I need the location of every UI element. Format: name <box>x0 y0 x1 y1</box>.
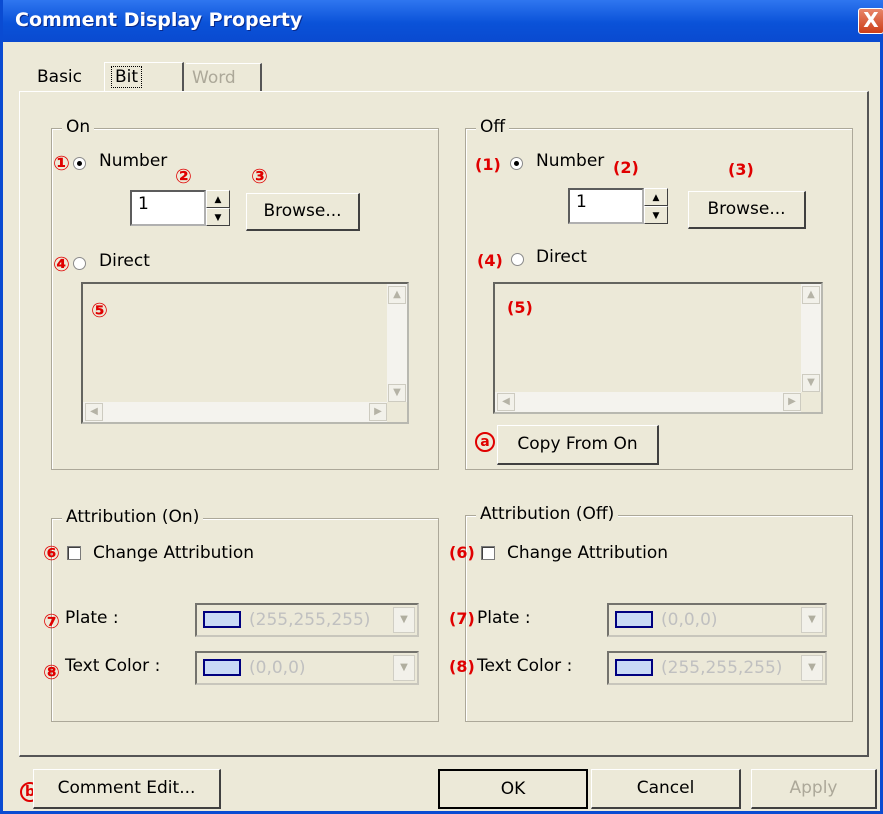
annotation-4: ④ <box>53 252 70 276</box>
annotation-4-off: (4) <box>477 251 503 270</box>
off-number-label: Number <box>536 151 605 171</box>
off-number-spinner[interactable]: ▲ ▼ <box>644 188 668 224</box>
annotation-1: ① <box>53 151 70 175</box>
color-swatch <box>615 659 653 676</box>
annotation-2: ② <box>175 164 192 188</box>
scroll-right-icon[interactable]: ▶ <box>783 393 801 411</box>
attribution-off-plate-label: Plate : <box>477 608 531 628</box>
on-direct-label: Direct <box>99 251 150 271</box>
off-group-legend: Off <box>476 117 510 137</box>
window-title: Comment Display Property <box>15 9 303 31</box>
color-swatch <box>203 659 241 676</box>
off-direct-textarea[interactable]: (5) ▲ ▼ ◀ ▶ <box>493 282 823 414</box>
on-number-spinner[interactable]: ▲ ▼ <box>206 190 230 226</box>
attribution-on-text-color-label: Text Color : <box>65 656 161 676</box>
attribution-on-checkbox[interactable] <box>67 546 81 560</box>
tab-basic[interactable]: Basic <box>31 63 88 91</box>
annotation-6-off: (6) <box>449 543 475 562</box>
off-browse-button[interactable]: Browse... <box>688 191 806 229</box>
dropdown-arrow-icon[interactable]: ▼ <box>393 655 415 681</box>
attribution-on-plate-combo[interactable]: (255,255,255) ▼ <box>195 603 419 637</box>
comment-edit-button[interactable]: Comment Edit... <box>33 769 221 809</box>
annotation-8: ⑧ <box>43 660 60 684</box>
attribution-off-text-color-label: Text Color : <box>477 656 573 676</box>
off-vertical-scrollbar[interactable]: ▲ ▼ <box>801 284 821 392</box>
spin-up-icon[interactable]: ▲ <box>206 190 230 208</box>
off-number-field[interactable]: 1 <box>568 188 644 224</box>
attribution-on-plate-label: Plate : <box>65 608 119 628</box>
attribution-on-text-color-combo[interactable]: (0,0,0) ▼ <box>195 651 419 685</box>
title-bar[interactable]: Comment Display Property X <box>3 0 883 42</box>
scroll-up-icon[interactable]: ▲ <box>388 286 406 304</box>
apply-button[interactable]: Apply <box>751 769 877 809</box>
tab-bit-label: Bit <box>111 66 143 88</box>
annotation-7-off: (7) <box>449 609 475 628</box>
cancel-button[interactable]: Cancel <box>591 769 741 809</box>
off-direct-label: Direct <box>536 247 587 267</box>
color-swatch <box>203 611 241 628</box>
scroll-left-icon[interactable]: ◀ <box>497 393 515 411</box>
attribution-off-change-label: Change Attribution <box>507 543 668 563</box>
on-browse-button[interactable]: Browse... <box>246 193 360 231</box>
annotation-8-off: (8) <box>449 657 475 676</box>
spin-down-icon[interactable]: ▼ <box>206 208 230 226</box>
spin-up-icon[interactable]: ▲ <box>644 188 668 206</box>
off-horizontal-scrollbar[interactable]: ◀ ▶ <box>495 392 801 412</box>
dropdown-arrow-icon[interactable]: ▼ <box>393 607 415 633</box>
spin-down-icon[interactable]: ▼ <box>644 206 668 224</box>
dropdown-arrow-icon[interactable]: ▼ <box>801 655 823 681</box>
on-direct-textarea[interactable]: ⑤ ▲ ▼ ◀ ▶ <box>81 282 409 424</box>
attribution-off-checkbox[interactable] <box>481 546 495 560</box>
on-horizontal-scrollbar[interactable]: ◀ ▶ <box>83 402 387 422</box>
scroll-down-icon[interactable]: ▼ <box>388 384 406 402</box>
annotation-7: ⑦ <box>43 609 60 633</box>
attribution-off-text-color-combo[interactable]: (255,255,255) ▼ <box>607 651 827 685</box>
annotation-a: a <box>475 432 495 452</box>
annotation-6: ⑥ <box>43 541 60 565</box>
annotation-3: ③ <box>251 164 268 188</box>
on-number-label: Number <box>99 151 168 171</box>
color-swatch <box>615 611 653 628</box>
scroll-left-icon[interactable]: ◀ <box>85 403 103 421</box>
close-icon[interactable]: X <box>858 8 883 34</box>
attribution-on-text-color-value: (0,0,0) <box>249 658 306 678</box>
off-number-radio[interactable] <box>510 157 523 170</box>
annotation-5-off: (5) <box>507 298 533 317</box>
on-vertical-scrollbar[interactable]: ▲ ▼ <box>387 284 407 402</box>
on-number-radio[interactable] <box>73 157 86 170</box>
dialog-window: Comment Display Property X Basic Bit Wor… <box>0 0 883 814</box>
on-number-field[interactable]: 1 <box>130 190 206 226</box>
copy-from-on-button[interactable]: Copy From On <box>497 425 659 465</box>
on-direct-radio[interactable] <box>73 257 86 270</box>
scroll-down-icon[interactable]: ▼ <box>802 374 820 392</box>
tab-word[interactable]: Word <box>186 63 262 91</box>
dropdown-arrow-icon[interactable]: ▼ <box>801 607 823 633</box>
attribution-off-plate-combo[interactable]: (0,0,0) ▼ <box>607 603 827 637</box>
ok-button[interactable]: OK <box>438 769 588 809</box>
attribution-on-legend: Attribution (On) <box>62 507 204 527</box>
off-direct-radio[interactable] <box>511 253 524 266</box>
scroll-right-icon[interactable]: ▶ <box>369 403 387 421</box>
attribution-off-plate-value: (0,0,0) <box>661 610 718 630</box>
scroll-up-icon[interactable]: ▲ <box>802 286 820 304</box>
tab-bit[interactable]: Bit <box>104 62 184 92</box>
annotation-1-off: (1) <box>475 155 501 174</box>
attribution-on-plate-value: (255,255,255) <box>249 610 371 630</box>
annotation-2-off: (2) <box>613 158 639 177</box>
annotation-5: ⑤ <box>91 298 108 322</box>
annotation-3-off: (3) <box>728 160 754 179</box>
attribution-off-text-color-value: (255,255,255) <box>661 658 783 678</box>
on-group-legend: On <box>62 117 95 137</box>
attribution-off-legend: Attribution (Off) <box>476 504 619 524</box>
attribution-on-change-label: Change Attribution <box>93 543 254 563</box>
